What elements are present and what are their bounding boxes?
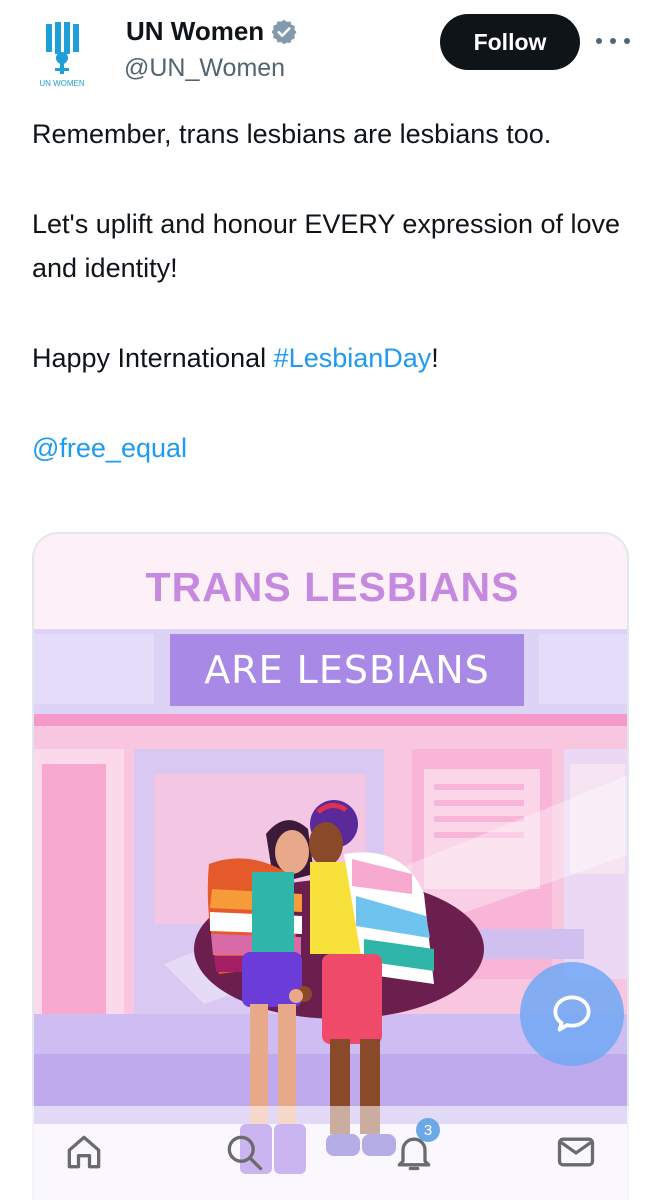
bottom-navigation xyxy=(0,1106,659,1200)
more-dot xyxy=(610,38,616,44)
hashtag-link[interactable]: #LesbianDay xyxy=(274,343,432,373)
media-headline-box: ARE LESBIANS xyxy=(170,634,524,706)
media-headline-secondary: ARE LESBIANS xyxy=(204,648,490,692)
tweet-paragraph: Remember, trans lesbians are lesbians to… xyxy=(32,119,552,149)
messages-icon[interactable] xyxy=(554,1130,598,1174)
tweet-media-image[interactable]: TRANS LESBIANS ARE LESBIANS xyxy=(32,532,629,1200)
tweet-text-prefix: Happy International xyxy=(32,343,274,373)
verified-badge-icon xyxy=(270,18,298,46)
notification-count-badge: 3 xyxy=(416,1118,440,1142)
un-women-logo: UN WOMEN xyxy=(22,12,102,92)
home-icon[interactable] xyxy=(62,1130,106,1174)
author-handle[interactable]: @UN_Women xyxy=(124,54,285,83)
more-dot xyxy=(624,38,630,44)
author-name[interactable]: UN Women xyxy=(126,16,264,47)
tweet-paragraph: @free_equal xyxy=(32,426,632,470)
author-name-row[interactable]: UN Women xyxy=(126,16,298,47)
more-dot xyxy=(596,38,602,44)
compose-fab-button[interactable] xyxy=(520,962,624,1066)
mention-link[interactable]: @free_equal xyxy=(32,433,187,463)
more-horizontal-icon[interactable] xyxy=(596,26,630,56)
avatar[interactable]: UN WOMEN xyxy=(22,12,102,92)
tweet-text-suffix: ! xyxy=(431,343,439,373)
follow-button[interactable]: Follow xyxy=(440,14,580,70)
tweet-header: UN WOMEN UN Women @UN_Women Follow xyxy=(0,0,659,100)
chat-bubble-icon xyxy=(553,995,591,1032)
avatar-caption: UN WOMEN xyxy=(39,79,85,88)
search-icon[interactable] xyxy=(222,1130,266,1174)
tweet-paragraph: Let's uplift and honour EVERY expression… xyxy=(32,209,621,283)
media-headline-primary: TRANS LESBIANS xyxy=(145,564,520,610)
tweet-text: Remember, trans lesbians are lesbians to… xyxy=(32,112,632,470)
tweet-paragraph: Happy International #LesbianDay! xyxy=(32,336,632,380)
